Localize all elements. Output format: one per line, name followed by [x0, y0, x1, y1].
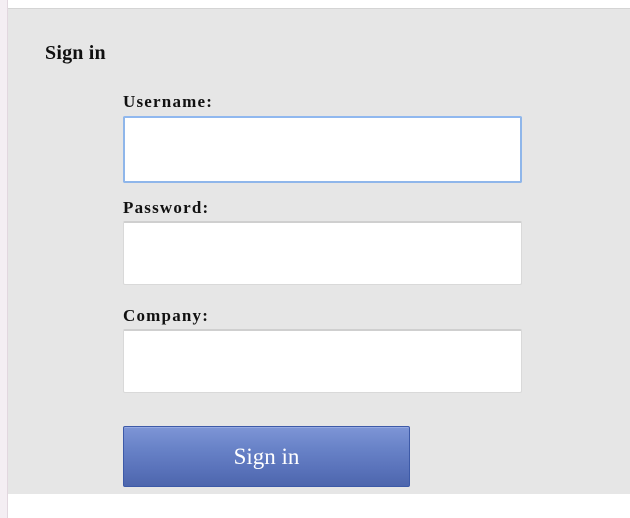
sign-in-button[interactable]: Sign in	[123, 426, 410, 487]
company-label: Company:	[123, 306, 210, 325]
password-input[interactable]	[123, 221, 522, 285]
sign-in-panel: Sign in Username: Password: Company: Sig…	[8, 8, 630, 494]
username-label: Username:	[123, 92, 214, 111]
password-label: Password:	[123, 198, 210, 217]
sign-in-page: Sign in Username: Password: Company: Sig…	[0, 0, 630, 518]
page-left-edge	[0, 0, 8, 518]
company-input[interactable]	[123, 329, 522, 393]
username-input[interactable]	[123, 116, 522, 183]
sign-in-title: Sign in	[45, 42, 106, 64]
